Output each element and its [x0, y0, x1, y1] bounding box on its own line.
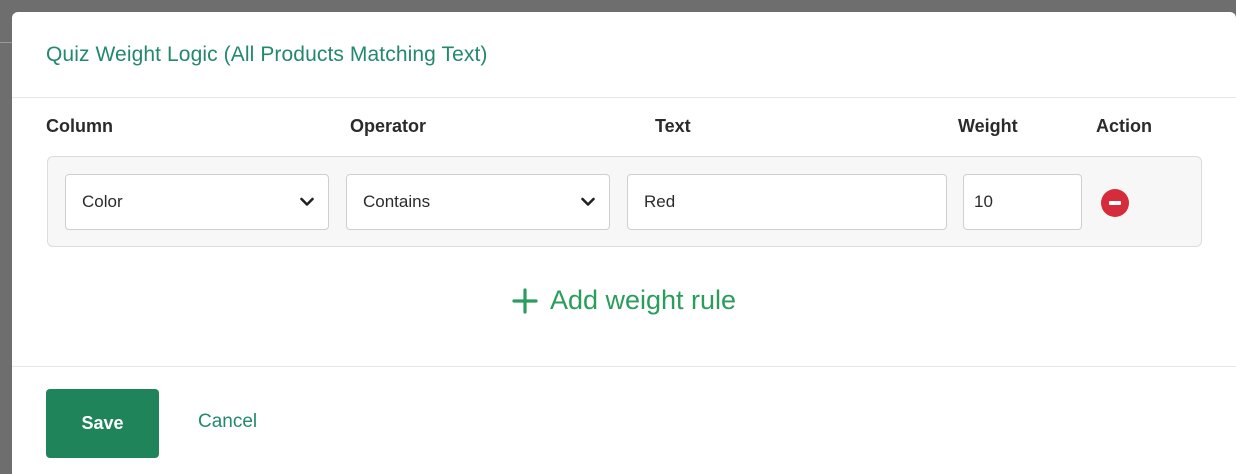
modal-title: Quiz Weight Logic (All Products Matching… — [46, 42, 488, 66]
column-header-action: Action — [1096, 116, 1152, 136]
remove-rule-button[interactable] — [1101, 189, 1129, 217]
column-header-operator: Operator — [350, 116, 427, 136]
plus-icon — [512, 287, 538, 314]
column-header-weight: Weight — [958, 116, 1018, 136]
chevron-down-icon — [581, 195, 595, 209]
weight-input[interactable]: 10 — [963, 174, 1082, 230]
column-select-value: Color — [82, 192, 123, 211]
text-input[interactable]: Red — [627, 174, 947, 230]
modal-header: Quiz Weight Logic (All Products Matching… — [12, 12, 1236, 98]
column-select[interactable]: Color — [65, 174, 329, 230]
chevron-down-icon — [300, 195, 314, 209]
add-weight-rule-button[interactable]: Add weight rule — [12, 285, 1236, 316]
weight-input-value: 10 — [974, 192, 993, 211]
save-button[interactable]: Save — [46, 389, 159, 458]
column-header-column: Column — [46, 116, 113, 136]
minus-circle-icon — [1109, 201, 1121, 205]
weight-rule-row: Color Contains Red 10 — [47, 156, 1202, 247]
column-header-text: Text — [655, 116, 691, 136]
add-weight-rule-label: Add weight rule — [549, 285, 737, 315]
column-headers: Column Operator Text Weight Action — [12, 112, 1236, 140]
weight-logic-modal: Quiz Weight Logic (All Products Matching… — [12, 12, 1236, 474]
backdrop-divider — [0, 42, 12, 43]
text-input-value: Red — [644, 192, 676, 211]
operator-select-value: Contains — [363, 192, 431, 211]
modal-footer: Save Cancel — [12, 366, 1236, 474]
operator-select[interactable]: Contains — [346, 174, 610, 230]
cancel-button[interactable]: Cancel — [198, 411, 257, 433]
